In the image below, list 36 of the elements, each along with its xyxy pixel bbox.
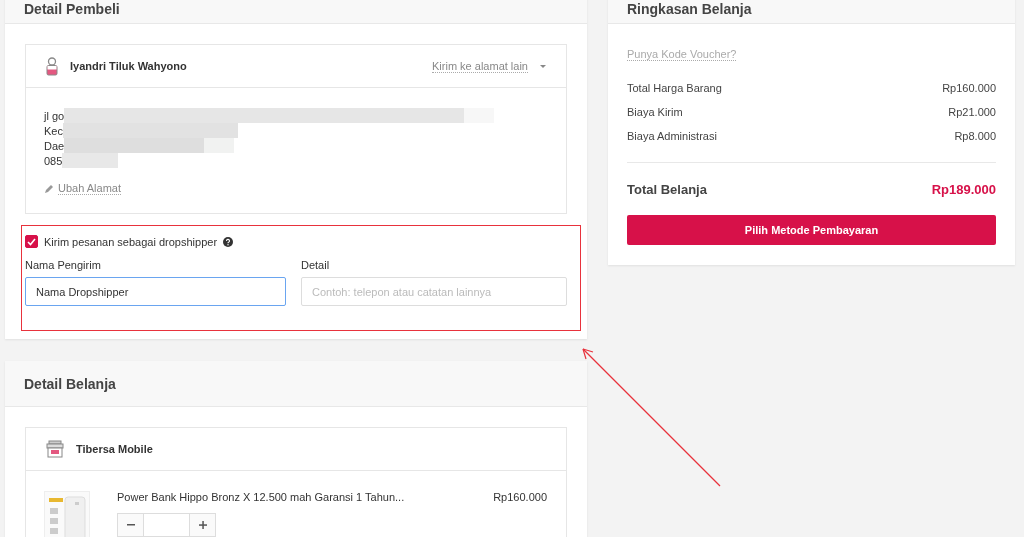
minus-icon[interactable] (118, 514, 143, 536)
address-text: Dae (44, 139, 65, 152)
help-icon (223, 236, 234, 247)
summary-value: Rp160.000 (942, 82, 996, 94)
change-address-link[interactable]: Kirim ke alamat lain (432, 59, 528, 73)
shop-name: Tibersa Mobile (76, 443, 153, 455)
store-icon (46, 440, 64, 458)
recipient-name: Iyandri Tiluk Wahyono (70, 60, 187, 72)
sender-name-field[interactable]: Nama Dropshipper (25, 277, 286, 306)
summary-label: Total Harga Barang (627, 82, 722, 94)
summary-label: Biaya Administrasi (627, 130, 717, 142)
checkbox[interactable] (25, 235, 38, 248)
product-name: Power Bank Hippo Bronz X 12.500 mah Garansi 1 Tahun... (117, 491, 406, 503)
section-title: Ringkasan Belanja (627, 1, 752, 17)
checkbox-label: Kirim pesanan sebagai dropshipper (44, 235, 218, 248)
summary-label: Biaya Kirim (627, 106, 683, 118)
summary-value: Rp8.000 (954, 130, 996, 142)
total-value: Rp189.000 (931, 181, 996, 197)
detail-field[interactable]: Contoh: telepon atau catatan lainnya (301, 277, 567, 306)
user-icon (46, 56, 58, 76)
summary-value: Rp21.000 (948, 106, 996, 118)
address-text: jl go (44, 109, 65, 122)
field-label: Nama Pengirim (25, 259, 102, 271)
section-title: Detail Pembeli (24, 1, 120, 17)
voucher-link[interactable]: Punya Kode Voucher? (627, 48, 737, 61)
section-title: Detail Belanja (24, 375, 116, 392)
plus-icon[interactable] (190, 514, 215, 536)
field-label: Detail (301, 259, 331, 271)
payment-method-button[interactable]: Pilih Metode Pembayaran (627, 215, 996, 245)
pencil-icon (44, 183, 54, 194)
address-text: Kec (44, 124, 63, 137)
total-label: Total Belanja (627, 181, 707, 197)
product-price: Rp160.000 (493, 491, 547, 505)
edit-address-link[interactable]: Ubah Alamat (58, 182, 121, 195)
caret-icon (540, 64, 546, 68)
address-text: 085 (44, 154, 63, 167)
